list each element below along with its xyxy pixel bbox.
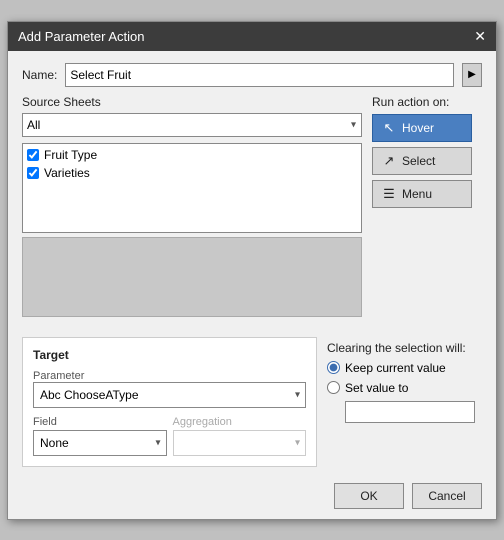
footer: OK Cancel [8, 477, 496, 519]
agg-dropdown[interactable] [173, 430, 307, 456]
hover-label: Hover [402, 121, 434, 135]
clearing-label: Clearing the selection will: [327, 341, 482, 355]
close-button[interactable]: ✕ [474, 29, 486, 43]
source-list: Fruit Type Varieties [22, 143, 362, 233]
select-label: Select [402, 154, 435, 168]
param-label: Parameter [33, 370, 306, 382]
name-input[interactable] [65, 63, 454, 87]
field-col: Field None [33, 416, 167, 456]
set-value-row: Set value to [327, 381, 482, 395]
run-action-section: Run action on: ↖ Hover ↗ Select ☰ Menu [372, 95, 482, 317]
add-parameter-action-dialog: Add Parameter Action ✕ Name: ▶ Source Sh… [7, 21, 497, 520]
bottom-section: Target Parameter Abc ChooseAType Field N… [8, 327, 496, 477]
agg-label: Aggregation [173, 416, 307, 428]
keep-current-radio[interactable] [327, 361, 340, 374]
name-label: Name: [22, 68, 57, 82]
list-item: Varieties [27, 166, 357, 180]
field-dropdown[interactable]: None [33, 430, 167, 456]
source-left: Source Sheets All Fruit Type Varieties [22, 95, 362, 317]
param-section: Parameter Abc ChooseAType [33, 370, 306, 408]
set-value-label: Set value to [345, 381, 408, 395]
dialog-body: Name: ▶ Source Sheets All Fruit Type [8, 51, 496, 327]
arrow-icon: ▶ [468, 69, 476, 80]
run-action-label: Run action on: [372, 95, 482, 109]
fruit-type-checkbox[interactable] [27, 149, 39, 161]
name-arrow-button[interactable]: ▶ [462, 63, 482, 87]
source-dropdown-wrapper: All [22, 113, 362, 137]
field-dropdown-wrapper: None [33, 430, 167, 456]
fruit-type-label: Fruit Type [44, 148, 97, 162]
cancel-button[interactable]: Cancel [412, 483, 482, 509]
param-dropdown-wrapper: Abc ChooseAType [33, 382, 306, 408]
ok-button[interactable]: OK [334, 483, 404, 509]
agg-dropdown-wrapper [173, 430, 307, 456]
param-dropdown[interactable]: Abc ChooseAType [33, 382, 306, 408]
keep-current-label: Keep current value [345, 361, 446, 375]
agg-col: Aggregation [173, 416, 307, 456]
menu-label: Menu [402, 187, 432, 201]
source-sheets-label: Source Sheets [22, 95, 362, 109]
set-value-radio[interactable] [327, 381, 340, 394]
set-value-input[interactable] [345, 401, 475, 423]
hover-icon: ↖ [381, 120, 397, 136]
target-box: Target Parameter Abc ChooseAType Field N… [22, 337, 317, 467]
hover-button[interactable]: ↖ Hover [372, 114, 472, 142]
varieties-label: Varieties [44, 166, 90, 180]
source-dropdown[interactable]: All [22, 113, 362, 137]
source-empty-area [22, 237, 362, 317]
select-button[interactable]: ↗ Select [372, 147, 472, 175]
target-title: Target [33, 348, 306, 362]
list-item: Fruit Type [27, 148, 357, 162]
menu-button[interactable]: ☰ Menu [372, 180, 472, 208]
source-section: Source Sheets All Fruit Type Varieties [22, 95, 482, 317]
name-row: Name: ▶ [22, 63, 482, 87]
title-bar: Add Parameter Action ✕ [8, 22, 496, 51]
dialog-title: Add Parameter Action [18, 29, 144, 44]
select-icon: ↗ [381, 153, 397, 169]
keep-current-row: Keep current value [327, 361, 482, 375]
varieties-checkbox[interactable] [27, 167, 39, 179]
clearing-section: Clearing the selection will: Keep curren… [327, 337, 482, 467]
menu-icon: ☰ [381, 186, 397, 202]
field-agg-row: Field None Aggregation [33, 416, 306, 456]
field-label: Field [33, 416, 167, 428]
